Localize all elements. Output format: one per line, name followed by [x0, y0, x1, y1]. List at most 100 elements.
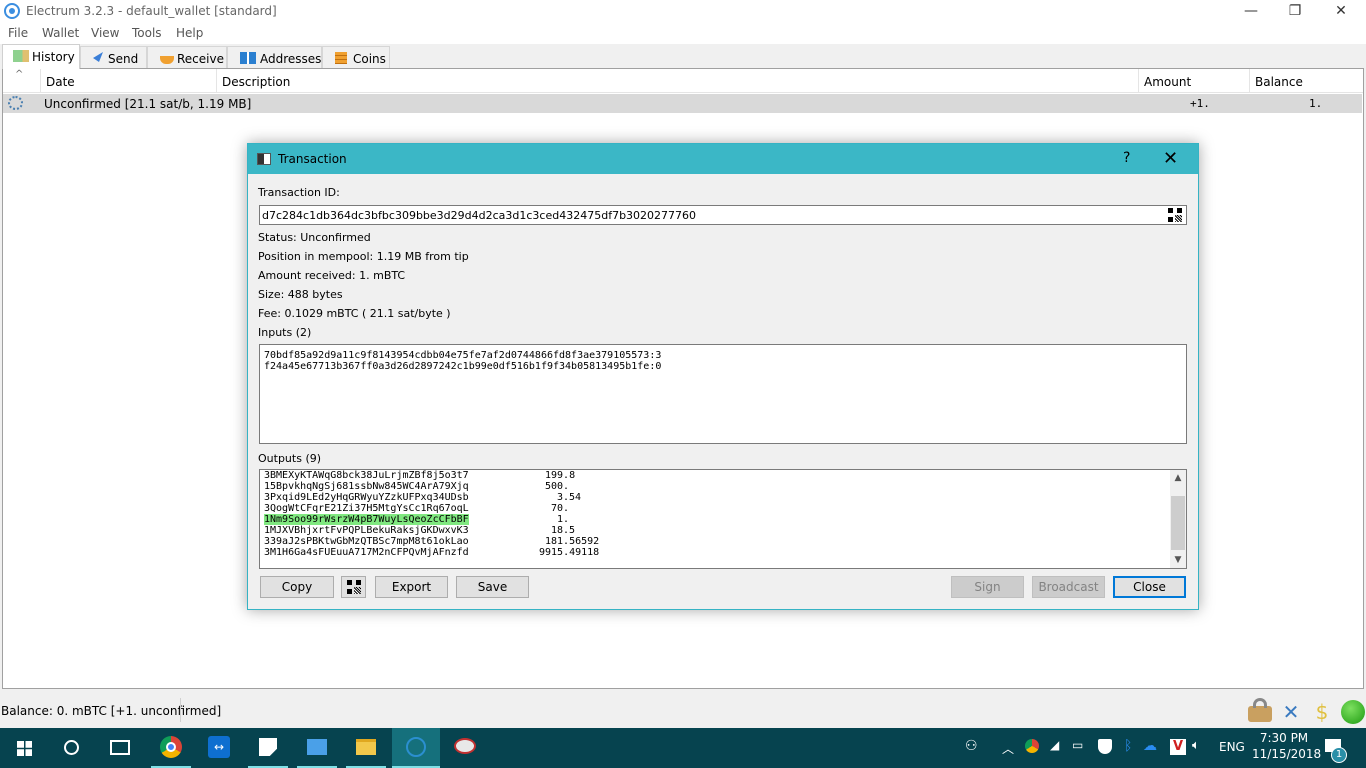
file-explorer-icon	[356, 739, 376, 755]
taskbar-teamviewer[interactable]: ↔	[195, 728, 243, 768]
electrum-icon	[406, 737, 426, 757]
tab-coins[interactable]: Coins	[322, 46, 390, 68]
outputs-scrollbar[interactable]: ▲ ▼	[1170, 470, 1186, 568]
output-address: 3QogWtCFqrE21Zi37H5MtgYsCc1Rq67oqL	[264, 503, 469, 514]
taskbar-file-explorer[interactable]	[342, 728, 390, 768]
output-address: 3Pxqid9LEd2yHqGRWyuYZzkUFPxq34UDsb	[264, 492, 469, 503]
clock[interactable]: 7:30 PM 11/15/2018	[1252, 731, 1321, 761]
transaction-icon	[257, 153, 271, 165]
unconfirmed-gears-icon	[8, 96, 23, 110]
txid-field[interactable]: d7c284c1db364dc3bfbc309bbe3d29d4d2ca3d1c…	[259, 205, 1187, 225]
search-button[interactable]	[48, 728, 96, 768]
output-amount: 3.54	[557, 492, 582, 503]
tab-label: History	[32, 50, 75, 64]
taskbar-control-panel[interactable]	[293, 728, 341, 768]
taskbar-electrum[interactable]	[392, 728, 440, 768]
menu-help[interactable]: Help	[176, 26, 203, 40]
menu-view[interactable]: View	[91, 26, 119, 40]
inputs-textbox[interactable]: 70bdf85a92d9a11c9f8143954cdbb04e75fe7af2…	[259, 344, 1187, 444]
preferences-icon[interactable]: ✕	[1279, 700, 1303, 724]
output-amount: 18.5	[551, 525, 576, 536]
task-view-icon	[110, 740, 130, 755]
output-amount: 500.	[545, 481, 570, 492]
minimize-button[interactable]: —	[1228, 0, 1274, 23]
outputs-textbox[interactable]: 3BMEXyKTAWqG8bck38JuLrjmZBf8j5o3t7 199.8 1…	[259, 469, 1187, 569]
txid-value: d7c284c1db364dc3bfbc309bbe3d29d4d2ca3d1c…	[262, 209, 697, 222]
seed-icon[interactable]: $	[1310, 700, 1334, 724]
output-row: 3BMEXyKTAWqG8bck38JuLrjmZBf8j5o3t7 199.8	[264, 470, 575, 481]
start-button[interactable]	[0, 728, 48, 768]
tab-receive[interactable]: Receive	[147, 46, 227, 68]
column-amount[interactable]: Amount	[1139, 69, 1250, 93]
tab-addresses[interactable]: Addresses	[227, 46, 322, 68]
onedrive-icon[interactable]: ☁	[1143, 738, 1157, 754]
menu-file[interactable]: File	[8, 26, 28, 40]
tab-history[interactable]: History	[2, 44, 80, 69]
sign-button[interactable]: Sign	[951, 576, 1024, 598]
txid-label: Transaction ID:	[258, 186, 340, 199]
scroll-down-icon[interactable]: ▼	[1170, 552, 1186, 568]
wifi-icon[interactable]: ◢	[1050, 738, 1059, 752]
network-status-icon[interactable]	[1341, 700, 1365, 724]
taskbar-chrome[interactable]	[147, 728, 195, 768]
antivirus-icon[interactable]: V	[1170, 739, 1186, 755]
export-button[interactable]: Export	[375, 576, 448, 598]
column-date[interactable]: Date	[41, 69, 217, 93]
sort-indicator-icon[interactable]: ^	[3, 69, 41, 93]
battery-icon[interactable]: ▭	[1072, 738, 1083, 752]
qr-code-icon[interactable]	[1168, 208, 1182, 222]
mempool-position-text: Position in mempool: 1.19 MB from tip	[258, 250, 469, 263]
balance-text: Balance: 0. mBTC [+1. unconfirmed]	[1, 704, 222, 718]
output-row: 3Pxqid9LEd2yHqGRWyuYZzkUFPxq34UDsb 3.54	[264, 492, 581, 503]
taskbar-snipping-tool[interactable]	[441, 728, 489, 768]
snipping-tool-icon	[454, 738, 476, 754]
menu-tools[interactable]: Tools	[132, 26, 162, 40]
taskbar-sticky[interactable]	[244, 728, 292, 768]
column-description[interactable]: Description	[217, 69, 1139, 93]
copy-button[interactable]: Copy	[260, 576, 334, 598]
tab-send[interactable]: Send	[80, 46, 147, 68]
scrollbar-thumb[interactable]	[1171, 496, 1185, 550]
language-indicator[interactable]: ENG	[1219, 740, 1245, 754]
history-icon	[13, 50, 29, 62]
tab-label: Send	[108, 52, 139, 66]
dialog-close-icon[interactable]: ✕	[1163, 148, 1178, 169]
chrome-tray-icon[interactable]	[1025, 739, 1039, 753]
close-button[interactable]: Close	[1113, 576, 1186, 598]
output-row-mine: 1Nm9Soo99rWsrzW4pB7WuyLsQeoZcCFbBF 1.	[264, 514, 569, 525]
security-warning-icon[interactable]	[1098, 739, 1112, 754]
tab-bar: History Send Receive Addresses Coins	[0, 44, 1366, 69]
maximize-button[interactable]: ❐	[1272, 0, 1318, 23]
window-title-bar: Electrum 3.2.3 - default_wallet [standar…	[0, 0, 1366, 23]
show-hidden-icons[interactable]: ︿	[1002, 740, 1014, 757]
chrome-icon	[160, 736, 182, 758]
bluetooth-icon[interactable]: ᛒ	[1124, 738, 1132, 754]
search-icon	[64, 740, 79, 755]
volume-icon[interactable]: 🔈︎	[1192, 738, 1200, 753]
teamviewer-icon: ↔	[208, 736, 230, 758]
tab-label: Coins	[353, 52, 386, 66]
scroll-up-icon[interactable]: ▲	[1170, 470, 1186, 486]
menu-wallet[interactable]: Wallet	[42, 26, 79, 40]
people-icon[interactable]: ⚇	[965, 738, 978, 754]
size-text: Size: 488 bytes	[258, 288, 343, 301]
show-qr-button[interactable]	[341, 576, 366, 598]
task-view-button[interactable]	[96, 728, 144, 768]
lock-icon[interactable]	[1248, 698, 1272, 722]
output-amount: 181.56592	[545, 536, 600, 547]
start-icon	[17, 741, 32, 756]
input-line: f24a45e67713b367ff0a3d26d2897242c1b99e0d…	[264, 361, 662, 372]
column-balance[interactable]: Balance	[1250, 69, 1362, 93]
save-button[interactable]: Save	[456, 576, 529, 598]
output-amount: 70.	[551, 503, 570, 514]
table-row[interactable]: Unconfirmed [21.1 sat/b, 1.19 MB] +1. 1.	[3, 94, 1362, 113]
help-button[interactable]: ?	[1123, 150, 1130, 166]
broadcast-button[interactable]: Broadcast	[1032, 576, 1105, 598]
output-address: 15BpvkhqNgSj681ssbNw845WC4ArA79Xjq	[264, 481, 469, 492]
row-date: Unconfirmed [21.1 sat/b, 1.19 MB]	[44, 97, 252, 111]
window-close-button[interactable]: ✕	[1318, 0, 1364, 23]
window-title: Electrum 3.2.3 - default_wallet [standar…	[26, 4, 277, 18]
status-text: Status: Unconfirmed	[258, 231, 371, 244]
output-address: 339aJ2sPBKtwGbMzQTBSc7mpM8t61okLao	[264, 536, 469, 547]
output-row: 3M1H6Ga4sFUEuuA717M2nCFPQvMjAFnzfd 9915.4…	[264, 547, 599, 558]
